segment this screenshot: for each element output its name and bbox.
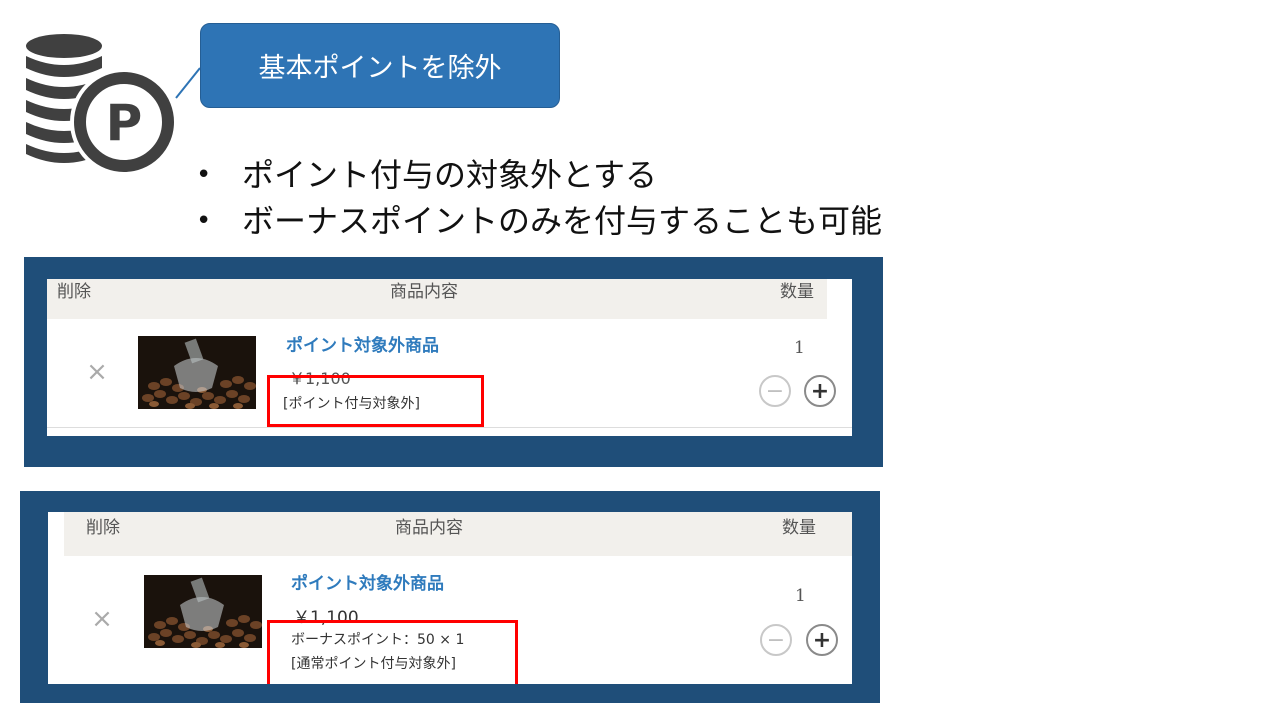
highlight-box [267, 375, 484, 427]
row-divider [47, 427, 852, 428]
quantity-value: 1 [794, 338, 805, 358]
increase-quantity-button[interactable]: + [806, 624, 838, 656]
header-delete: 削除 [86, 518, 120, 538]
increase-quantity-button[interactable]: + [804, 375, 836, 407]
quantity-value: 1 [795, 586, 806, 606]
remove-item-button[interactable]: × [85, 357, 109, 387]
table-header: 削除 商品内容 数量 [64, 512, 852, 556]
coffee-beans-thumbnail [138, 336, 256, 409]
coin-stack-points-icon: P [26, 34, 176, 176]
header-item: 商品内容 [390, 282, 458, 302]
product-name-link[interactable]: ポイント対象外商品 [291, 569, 444, 594]
remove-item-button[interactable]: × [90, 604, 114, 634]
cart-table: 削除 商品内容 数量 × ポイント対象外商品 ￥1,100 ボーナスポイント：5… [48, 512, 852, 684]
bullet-item: ポイント付与の対象外とする [196, 152, 882, 198]
bullet-list: ポイント付与の対象外とする ボーナスポイントのみを付与することも可能 [196, 152, 882, 244]
decrease-quantity-button[interactable]: − [760, 624, 792, 656]
product-name-link[interactable]: ポイント対象外商品 [286, 331, 439, 356]
cart-screenshot-2: 削除 商品内容 数量 × ポイント対象外商品 ￥1,100 ボーナスポイント：5… [20, 491, 880, 703]
cart-screenshot-1: 削除 商品内容 数量 × ポイント対象外商品 ￥1,100 [ポイント付与対象外… [24, 257, 883, 467]
bullet-item: ボーナスポイントのみを付与することも可能 [196, 198, 882, 244]
header-qty: 数量 [780, 282, 814, 302]
points-letter: P [106, 94, 143, 152]
header-item: 商品内容 [395, 518, 463, 538]
decrease-quantity-button[interactable]: − [759, 375, 791, 407]
highlight-box [267, 620, 518, 684]
callout-title-text: 基本ポイントを除外 [258, 53, 502, 84]
coffee-beans-thumbnail [144, 575, 262, 648]
header-qty: 数量 [782, 518, 816, 538]
table-header: 削除 商品内容 数量 [47, 279, 827, 319]
cart-table: 削除 商品内容 数量 × ポイント対象外商品 ￥1,100 [ポイント付与対象外… [47, 279, 852, 436]
header-delete: 削除 [57, 282, 91, 302]
callout-title: 基本ポイントを除外 [200, 23, 560, 108]
